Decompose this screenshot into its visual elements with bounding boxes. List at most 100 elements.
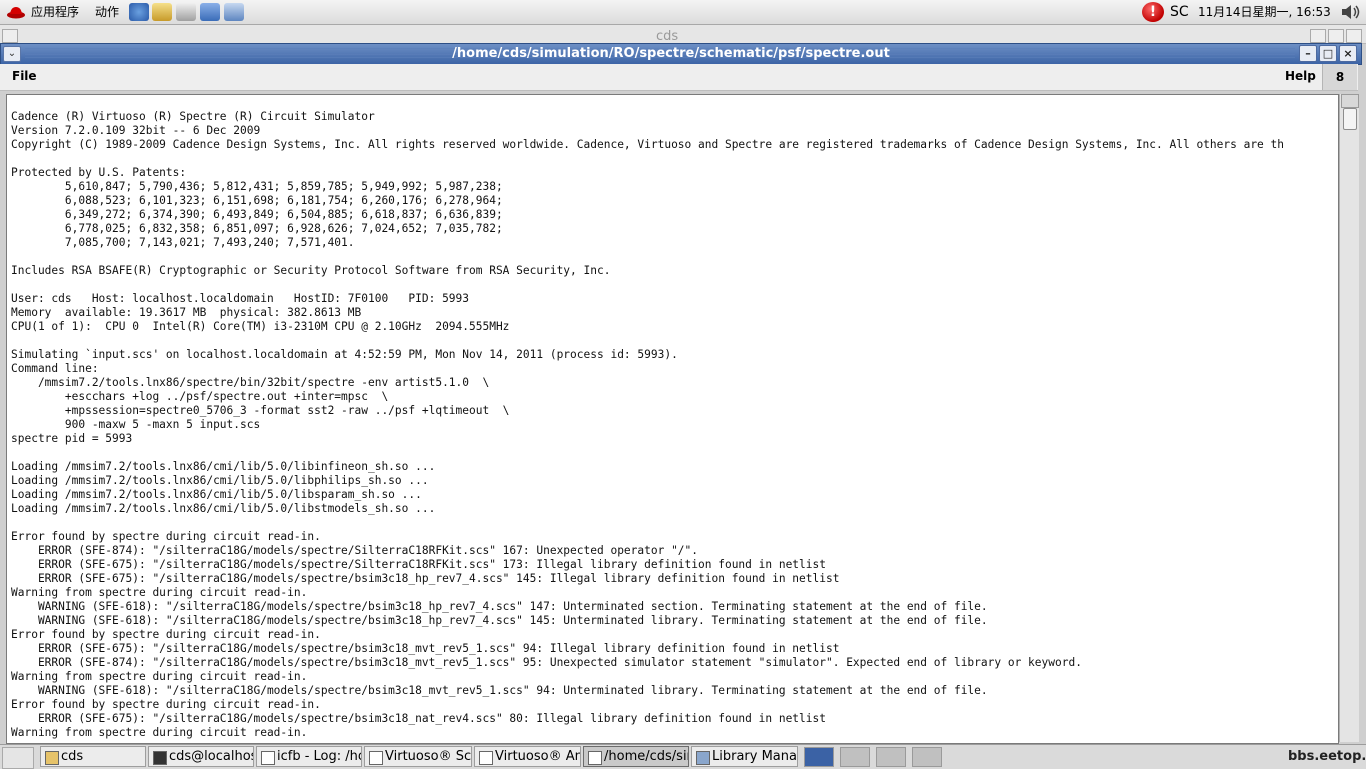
taskbar-button[interactable]: Virtuoso® Sch [364, 746, 472, 767]
log-line: 6,088,523; 6,101,323; 6,151,698; 6,181,7… [11, 194, 503, 207]
writer-icon[interactable] [176, 3, 196, 21]
menubar: File Help 8 [0, 64, 1358, 91]
browser-icon[interactable] [129, 3, 149, 21]
log-line: /mmsim7.2/tools.lnx86/spectre/bin/32bit/… [11, 376, 490, 389]
clock[interactable]: 11月14日星期一, 16:53 [1198, 5, 1331, 19]
applications-menu[interactable]: 应用程序 [31, 4, 79, 20]
taskbar-button-label: icfb - Log: /hor [277, 749, 362, 764]
menu-help[interactable]: Help [1285, 69, 1316, 83]
menu-file[interactable]: File [12, 69, 37, 83]
log-line: ERROR (SFE-675): "/silterraC18G/models/s… [11, 642, 840, 655]
log-line: WARNING (SFE-618): "/silterraC18G/models… [11, 614, 988, 627]
taskbar-button-label: cds [61, 749, 84, 764]
workspace-2[interactable] [840, 747, 870, 767]
window-icon [588, 751, 602, 765]
scroll-up-arrow[interactable] [1341, 94, 1359, 108]
volume-icon[interactable] [1340, 3, 1362, 21]
actions-menu[interactable]: 动作 [95, 4, 119, 20]
log-line: Warning from spectre during circuit read… [11, 726, 308, 739]
bg-minimize-button[interactable] [1310, 29, 1326, 43]
close-button[interactable]: × [1339, 45, 1357, 62]
scrollbar-thumb[interactable] [1343, 108, 1357, 130]
log-line: spectre pid = 5993 [11, 432, 133, 445]
taskbar-button[interactable]: icfb - Log: /hor [256, 746, 362, 767]
library-icon [696, 751, 710, 765]
spreadsheet-icon[interactable] [200, 3, 220, 21]
log-line: User: cds Host: localhost.localdomain Ho… [11, 292, 470, 305]
log-line: +escchars +log ../psf/spectre.out +inter… [11, 390, 389, 403]
log-line: Command line: [11, 362, 99, 375]
folder-icon [45, 751, 59, 765]
log-line: Error found by spectre during circuit re… [11, 698, 321, 711]
taskbar-button[interactable]: cds [40, 746, 146, 767]
log-line: Version 7.2.0.109 32bit -- 6 Dec 2009 [11, 124, 261, 137]
log-line: CPU(1 of 1): CPU 0 Intel(R) Core(TM) i3-… [11, 320, 510, 333]
log-line: Warning from spectre during circuit read… [11, 670, 308, 683]
mail-icon[interactable] [152, 3, 172, 21]
redhat-icon[interactable] [6, 4, 26, 20]
bg-window-menu-button[interactable] [2, 29, 18, 43]
log-text: Cadence (R) Virtuoso (R) Spectre (R) Cir… [7, 95, 1338, 740]
workspace-4[interactable] [912, 747, 942, 767]
log-line: 6,778,025; 6,832,358; 6,851,097; 6,928,6… [11, 222, 503, 235]
minimize-button[interactable]: – [1299, 45, 1317, 62]
log-output[interactable]: Cadence (R) Virtuoso (R) Spectre (R) Cir… [6, 94, 1339, 744]
log-line: Cadence (R) Virtuoso (R) Spectre (R) Cir… [11, 110, 375, 123]
taskbar-button-label: Virtuoso® Sch [385, 749, 472, 764]
log-line: WARNING (SFE-618): "/silterraC18G/models… [11, 600, 988, 613]
log-line: Protected by U.S. Patents: [11, 166, 187, 179]
log-line: Memory available: 19.3617 MB physical: 3… [11, 306, 362, 319]
window-icon [479, 751, 493, 765]
log-line: Loading /mmsim7.2/tools.lnx86/cmi/lib/5.… [11, 474, 429, 487]
maximize-button[interactable]: □ [1319, 45, 1337, 62]
taskbar-button[interactable]: cds@localhos [148, 746, 254, 767]
log-line: 7,085,700; 7,143,021; 7,493,240; 7,571,4… [11, 236, 355, 249]
log-line: ERROR (SFE-675): "/silterraC18G/models/s… [11, 712, 826, 725]
taskbar-button-label: Library Manag [712, 749, 798, 764]
log-line: 5,610,847; 5,790,436; 5,812,431; 5,859,7… [11, 180, 503, 193]
vertical-scrollbar[interactable] [1339, 94, 1359, 742]
taskbar-button[interactable]: Library Manag [691, 746, 798, 767]
log-line: Loading /mmsim7.2/tools.lnx86/cmi/lib/5.… [11, 488, 422, 501]
show-desktop-button[interactable] [2, 747, 34, 769]
log-line: ERROR (SFE-874): "/silterraC18G/models/s… [11, 544, 699, 557]
log-line: Loading /mmsim7.2/tools.lnx86/cmi/lib/5.… [11, 502, 436, 515]
input-method-indicator[interactable]: SC [1170, 3, 1189, 21]
log-line: 6,349,272; 6,374,390; 6,493,849; 6,504,8… [11, 208, 503, 221]
log-line: 900 -maxw 5 -maxn 5 input.scs [11, 418, 261, 431]
window-icon [261, 751, 275, 765]
taskbar-button-label: /home/cds/sin [604, 749, 689, 764]
background-window-title: cds [656, 29, 679, 44]
log-line: Loading /mmsim7.2/tools.lnx86/cmi/lib/5.… [11, 460, 436, 473]
taskbar-button[interactable]: Virtuoso® Ana [474, 746, 581, 767]
log-line: ERROR (SFE-675): "/silterraC18G/models/s… [11, 572, 840, 585]
log-line: +mpssession=spectre0_5706_3 -format sst2… [11, 404, 510, 417]
bg-maximize-button[interactable] [1328, 29, 1344, 43]
window-title: /home/cds/simulation/RO/spectre/schemati… [452, 46, 890, 61]
update-alert-icon[interactable]: ! [1142, 2, 1164, 22]
log-line: ERROR (SFE-675): "/silterraC18G/models/s… [11, 558, 826, 571]
taskbar-button-label: cds@localhos [169, 749, 254, 764]
log-line: Copyright (C) 1989-2009 Cadence Design S… [11, 138, 1284, 151]
window-icon [369, 751, 383, 765]
log-line: Error found by spectre during circuit re… [11, 628, 321, 641]
taskbar-button-label: Virtuoso® Ana [495, 749, 580, 764]
taskbar-button[interactable]: /home/cds/sin [583, 746, 689, 767]
background-window: cds [0, 25, 1366, 44]
terminal-icon [153, 751, 167, 765]
taskbar: cds cds@localhos icfb - Log: /hor Virtuoso®… [0, 744, 1366, 769]
workspace-1[interactable] [804, 747, 834, 767]
window-titlebar[interactable]: ⌄ /home/cds/simulation/RO/spectre/schema… [0, 43, 1362, 65]
bg-close-button[interactable] [1346, 29, 1362, 43]
printer-icon[interactable] [224, 3, 244, 21]
log-line: WARNING (SFE-618): "/silterraC18G/models… [11, 684, 988, 697]
watermark: bbs.eetop.cn [1288, 749, 1366, 764]
workspace-3[interactable] [876, 747, 906, 767]
log-line: Simulating `input.scs' on localhost.loca… [11, 348, 678, 361]
